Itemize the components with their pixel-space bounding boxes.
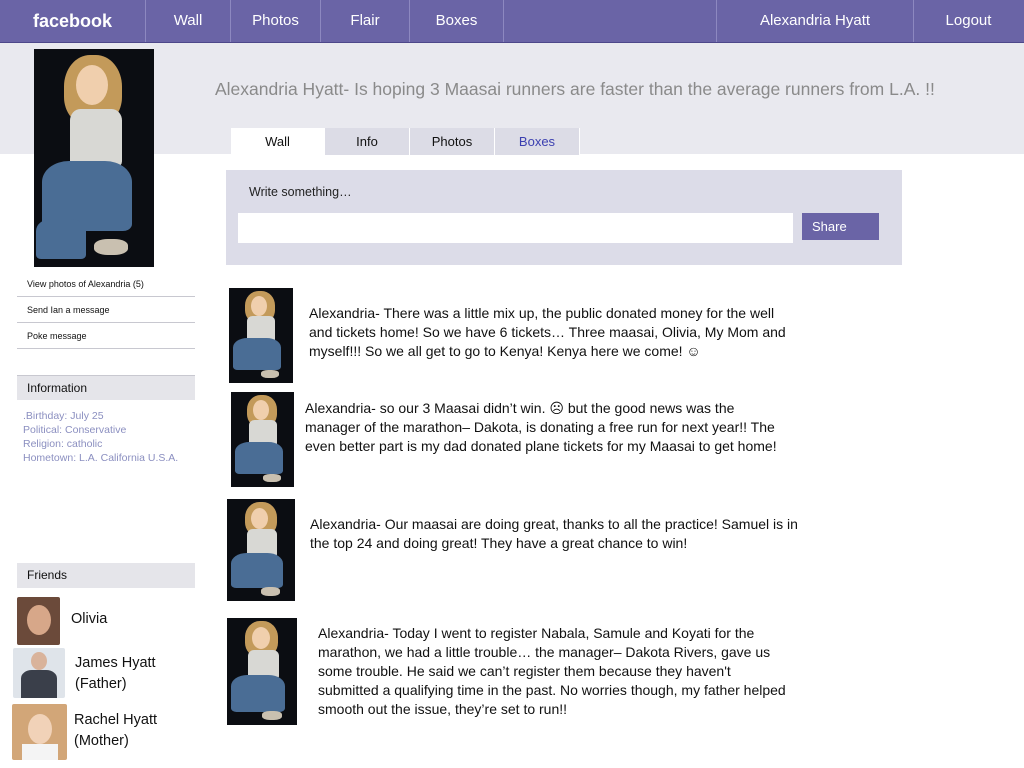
- send-message-link[interactable]: Send Ian a message: [17, 298, 195, 323]
- wall-post: Alexandria- Today I went to register Nab…: [318, 624, 786, 719]
- tab-photos[interactable]: Photos: [410, 128, 495, 155]
- post-line: even better part is my dad donated plane…: [305, 438, 777, 454]
- information-heading: Information: [17, 375, 195, 400]
- friend-name-olivia[interactable]: Olivia: [71, 609, 107, 630]
- nav-logout[interactable]: Logout: [913, 0, 1024, 42]
- tab-boxes[interactable]: Boxes: [495, 128, 580, 155]
- friend-name-line[interactable]: Olivia: [71, 609, 107, 630]
- post-line: manager of the marathon– Dakota, is dona…: [305, 419, 775, 435]
- nav-flair[interactable]: Flair: [321, 0, 410, 42]
- poke-link[interactable]: Poke message: [17, 324, 195, 349]
- friends-heading: Friends: [17, 563, 195, 588]
- top-nav-bar: facebook Wall Photos Flair Boxes Alexand…: [0, 0, 1024, 43]
- tab-wall[interactable]: Wall: [231, 128, 325, 155]
- post-line: Alexandria- so our 3 Maasai didn’t win. …: [305, 400, 735, 416]
- post-avatar[interactable]: [229, 288, 293, 383]
- composer-label: Write something…: [249, 185, 352, 199]
- information-details: .Birthday: July 25 Political: Conservati…: [23, 409, 178, 465]
- wall-post: Alexandria- There was a little mix up, t…: [309, 304, 786, 361]
- composer-input[interactable]: [238, 213, 793, 243]
- post-line: Alexandria- There was a little mix up, t…: [309, 305, 775, 321]
- friend-avatar-james[interactable]: [13, 648, 65, 698]
- post-line: submitted a qualifying time in the past.…: [318, 682, 786, 698]
- nav-wall[interactable]: Wall: [146, 0, 231, 42]
- share-button[interactable]: Share: [802, 213, 879, 240]
- friend-relation: (Father): [75, 676, 127, 692]
- post-line: some trouble. He said we can’t register …: [318, 663, 731, 679]
- post-line: smooth out the issue, they’re set to run…: [318, 701, 568, 717]
- brand-logo[interactable]: facebook: [0, 0, 146, 42]
- post-avatar[interactable]: [227, 618, 297, 725]
- friend-name-james[interactable]: James Hyatt (Father): [75, 653, 156, 695]
- info-hometown: Hometown: L.A. California U.S.A.: [23, 452, 179, 464]
- friend-name-line[interactable]: Rachel Hyatt: [74, 710, 157, 731]
- post-line: Alexandria- Today I went to register Nab…: [318, 625, 755, 641]
- view-photos-link[interactable]: View photos of Alexandria (5): [17, 272, 195, 297]
- info-political: Political: Conservative: [23, 424, 127, 436]
- wall-post: Alexandria- so our 3 Maasai didn’t win. …: [305, 399, 777, 456]
- nav-boxes[interactable]: Boxes: [410, 0, 504, 42]
- nav-user-name[interactable]: Alexandria Hyatt: [716, 0, 914, 42]
- info-religion: Religion: catholic: [23, 438, 103, 450]
- wall-post: Alexandria- Our maasai are doing great, …: [310, 515, 798, 553]
- post-line: the top 24 and doing great! They have a …: [310, 535, 688, 551]
- friend-relation: (Mother): [74, 733, 129, 749]
- post-avatar[interactable]: [227, 499, 295, 601]
- post-avatar[interactable]: [231, 392, 294, 487]
- friend-name-line[interactable]: James Hyatt: [75, 653, 156, 674]
- tab-info[interactable]: Info: [325, 128, 410, 155]
- wall-composer: Write something… Share: [226, 170, 902, 265]
- post-line: myself!!! So we all get to go to Kenya! …: [309, 343, 701, 359]
- post-line: Alexandria- Our maasai are doing great, …: [310, 516, 798, 532]
- friend-avatar-rachel[interactable]: [12, 704, 67, 760]
- friend-name-rachel[interactable]: Rachel Hyatt (Mother): [74, 710, 157, 752]
- friend-avatar-olivia[interactable]: [17, 597, 60, 645]
- profile-picture[interactable]: [34, 49, 154, 267]
- nav-photos[interactable]: Photos: [231, 0, 321, 42]
- post-line: and tickets home! So we have 6 tickets… …: [309, 324, 786, 340]
- profile-status: Alexandria Hyatt- Is hoping 3 Maasai run…: [215, 79, 935, 99]
- post-line: marathon, we had a little trouble… the m…: [318, 644, 771, 660]
- info-birthday: .Birthday: July 25: [23, 410, 104, 422]
